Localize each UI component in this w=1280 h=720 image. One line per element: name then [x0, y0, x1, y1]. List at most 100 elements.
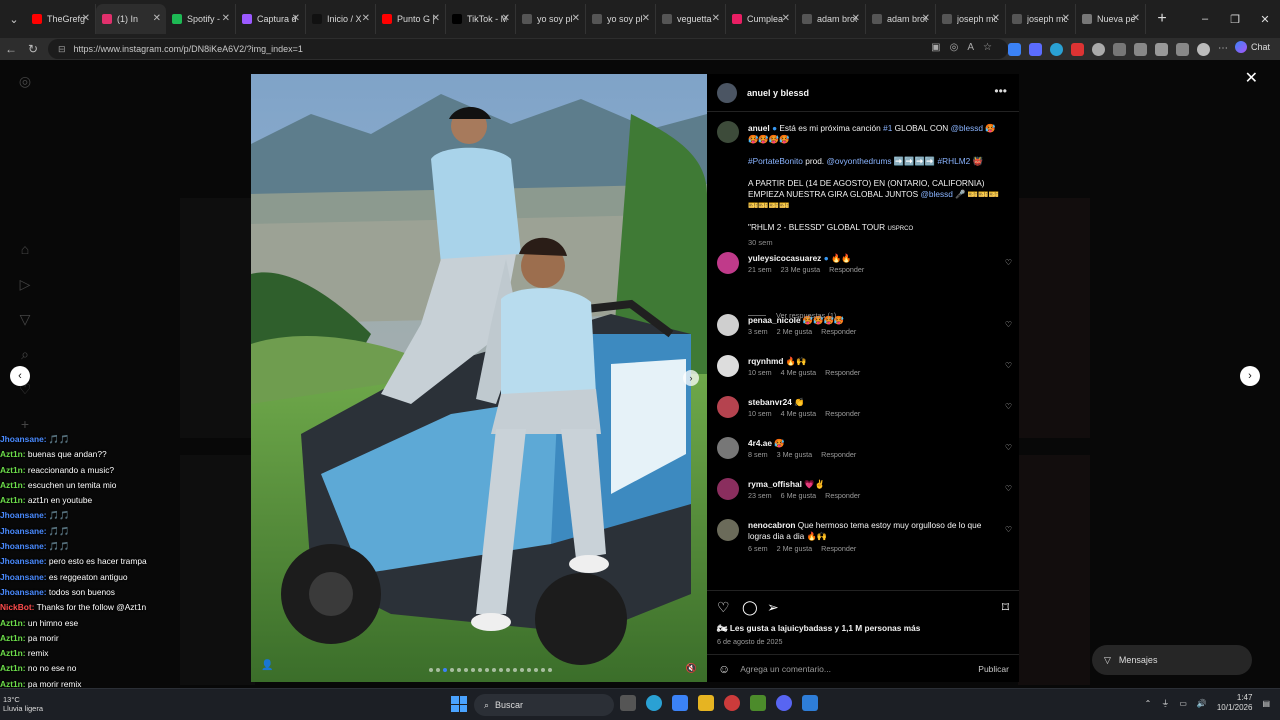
split-screen-icon[interactable]: [1134, 42, 1147, 56]
store-icon[interactable]: [672, 695, 688, 711]
reply-button[interactable]: Responder: [825, 409, 860, 418]
reply-button[interactable]: Responder: [825, 368, 860, 377]
browser-tab[interactable]: TheGrefg ✕: [26, 4, 96, 34]
emoji-picker-icon[interactable]: ☺: [718, 662, 730, 676]
extension-icon[interactable]: [1029, 42, 1042, 56]
app-icon[interactable]: [724, 695, 740, 711]
comment-author[interactable]: yuleysicocasuarez: [748, 253, 821, 263]
minimize-button[interactable]: –: [1190, 0, 1220, 38]
more-options-icon[interactable]: •••: [994, 84, 1007, 98]
reply-button[interactable]: Responder: [829, 265, 864, 274]
commenter-avatar[interactable]: [717, 252, 739, 274]
author-avatar[interactable]: [717, 82, 737, 103]
messages-button[interactable]: ▽ Mensajes: [1092, 645, 1252, 675]
comment-author[interactable]: 4r4.ae: [748, 438, 772, 448]
extension-icon[interactable]: [1050, 42, 1063, 56]
more-menu-icon[interactable]: ⋯: [1218, 43, 1230, 56]
comment-like-heart-icon[interactable]: ♡: [1005, 258, 1012, 267]
collections-icon[interactable]: [1176, 42, 1189, 56]
comment-likes[interactable]: 4 Me gusta: [781, 368, 817, 377]
close-window-button[interactable]: ✕: [1250, 0, 1280, 38]
previous-post-button[interactable]: ‹: [10, 366, 30, 386]
browser-tab[interactable]: veguetta ✕: [656, 4, 726, 34]
network-icon[interactable]: ▭: [1179, 699, 1187, 708]
tab-close-icon[interactable]: ✕: [852, 13, 860, 24]
commenter-avatar[interactable]: [717, 314, 739, 336]
tab-close-icon[interactable]: ✕: [502, 13, 510, 24]
maximize-button[interactable]: ❐: [1220, 0, 1250, 38]
browser-tab[interactable]: Nueva pe ✕: [1076, 4, 1146, 34]
comment-likes[interactable]: 3 Me gusta: [777, 450, 813, 459]
tab-close-icon[interactable]: ✕: [642, 13, 650, 24]
comment-author[interactable]: ryma_offishal: [748, 479, 802, 489]
comment-likes[interactable]: 2 Me gusta: [777, 544, 813, 553]
app-icon[interactable]: ▣: [931, 42, 940, 53]
browser-tab[interactable]: (1) In ✕: [96, 4, 166, 34]
comment-author[interactable]: nenocabron: [748, 520, 795, 530]
profile-avatar[interactable]: [1197, 42, 1210, 56]
edge-icon[interactable]: [646, 695, 662, 711]
browser-tab[interactable]: Punto G | ✕: [376, 4, 446, 34]
tab-close-icon[interactable]: ✕: [82, 13, 90, 24]
comment-like-heart-icon[interactable]: ♡: [1005, 361, 1012, 370]
commenter-avatar[interactable]: [717, 519, 739, 541]
tab-close-icon[interactable]: ✕: [572, 13, 580, 24]
tagged-user-icon[interactable]: 👤: [261, 660, 275, 674]
comment-like-heart-icon[interactable]: ♡: [1005, 402, 1012, 411]
carousel-next-button[interactable]: ›: [683, 370, 699, 386]
mention-link[interactable]: @blessd: [951, 123, 983, 133]
discord-icon[interactable]: [776, 695, 792, 711]
save-bookmark-icon[interactable]: ⌑: [1002, 599, 1009, 616]
browser-tab[interactable]: Captura d ✕: [236, 4, 306, 34]
mention-link[interactable]: @blessd: [920, 189, 952, 199]
comment-input[interactable]: Agrega un comentario...: [740, 664, 831, 674]
browser-tab[interactable]: adam broc ✕: [866, 4, 936, 34]
post-author[interactable]: anuel y blessd: [747, 88, 809, 98]
browser-tab[interactable]: joseph mc ✕: [936, 4, 1006, 34]
file-explorer-icon[interactable]: [698, 695, 714, 711]
read-aloud-icon[interactable]: A: [967, 42, 974, 53]
view-replies-button[interactable]: Ver respuestas (1): [748, 311, 836, 320]
tab-close-icon[interactable]: ✕: [362, 13, 370, 24]
browser-tab[interactable]: joseph mc ✕: [1006, 4, 1076, 34]
mention-link[interactable]: @ovyonthedrums: [826, 156, 891, 166]
comment-likes[interactable]: 6 Me gusta: [781, 491, 817, 500]
browser-tab[interactable]: yo soy pl ✕: [586, 4, 656, 34]
usb-icon[interactable]: ⏚: [1161, 698, 1169, 709]
extension-icon[interactable]: [1071, 42, 1084, 56]
tab-close-icon[interactable]: ✕: [712, 13, 720, 24]
reply-button[interactable]: Responder: [821, 450, 856, 459]
browser-tab[interactable]: Spotify - ✕: [166, 4, 236, 34]
tab-close-icon[interactable]: ✕: [432, 13, 440, 24]
weather-widget[interactable]: 13°C Lluvia ligera: [3, 695, 43, 713]
browser-tab[interactable]: adam broc ✕: [796, 4, 866, 34]
tab-close-icon[interactable]: ✕: [922, 13, 930, 24]
browser-tab[interactable]: Inicio / X ✕: [306, 4, 376, 34]
tab-close-icon[interactable]: ✕: [222, 13, 230, 24]
share-icon[interactable]: ➢: [767, 599, 779, 616]
volume-icon[interactable]: 🔊: [1197, 699, 1207, 708]
start-button[interactable]: [451, 696, 467, 712]
extension-icon[interactable]: [1092, 42, 1105, 56]
extensions-puzzle-icon[interactable]: [1113, 42, 1126, 56]
hashtag-link[interactable]: #1: [883, 123, 892, 133]
comment-like-heart-icon[interactable]: ♡: [1005, 484, 1012, 493]
reload-icon[interactable]: ↻: [22, 38, 44, 60]
tab-search-icon[interactable]: ⌄: [2, 7, 26, 31]
comments-scroll-area[interactable]: anuel ● Está es mi próxima canción #1 GL…: [707, 114, 1019, 594]
new-tab-button[interactable]: +: [1150, 10, 1174, 28]
hashtag-link[interactable]: #PortateBonito: [748, 156, 803, 166]
browser-tab[interactable]: Cumplea ✕: [726, 4, 796, 34]
comment-likes[interactable]: 2 Me gusta: [777, 327, 813, 336]
browser-tab[interactable]: yo soy pl ✕: [516, 4, 586, 34]
copilot-chat-button[interactable]: Chat: [1234, 41, 1270, 53]
reply-button[interactable]: Responder: [825, 491, 860, 500]
commenter-avatar[interactable]: [717, 355, 739, 377]
comment-likes[interactable]: 23 Me gusta: [781, 265, 821, 274]
close-icon[interactable]: ✕: [1245, 68, 1258, 88]
reply-button[interactable]: Responder: [821, 544, 856, 553]
tab-close-icon[interactable]: ✕: [153, 13, 161, 24]
comment-like-heart-icon[interactable]: ♡: [1005, 320, 1012, 329]
tracking-icon[interactable]: ◎: [950, 42, 959, 53]
tab-close-icon[interactable]: ✕: [992, 13, 1000, 24]
